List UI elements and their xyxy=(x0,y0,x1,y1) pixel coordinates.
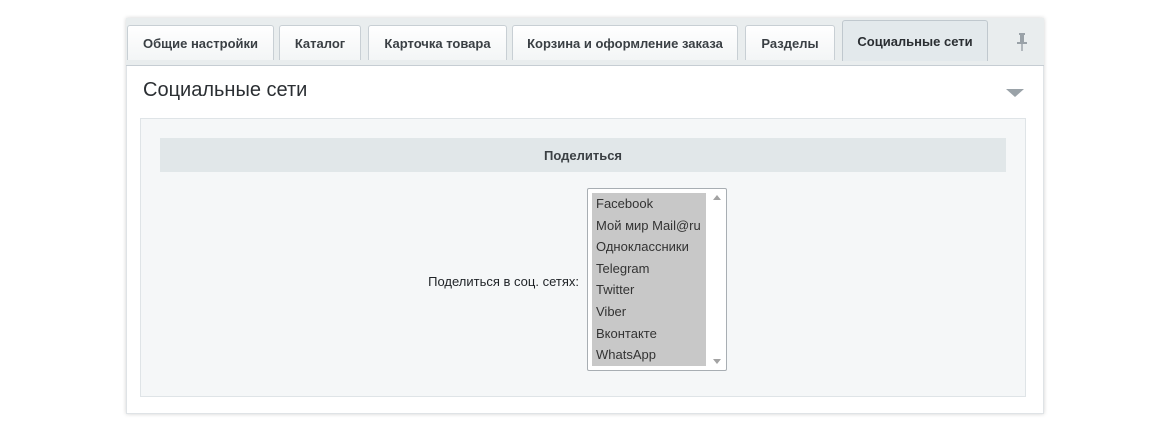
tab-bar: Общие настройки Каталог Карточка товара … xyxy=(126,18,1044,66)
option-telegram[interactable]: Telegram xyxy=(592,258,706,280)
settings-frame: Общие настройки Каталог Карточка товара … xyxy=(126,18,1044,414)
options-list: Facebook Мой мир Mail@ru Одноклассники T… xyxy=(592,193,706,366)
option-odnoklassniki[interactable]: Одноклассники xyxy=(592,236,706,258)
share-settings-area: Поделиться Поделиться в соц. сетях: Face… xyxy=(140,118,1026,397)
option-vkontakte[interactable]: Вконтакте xyxy=(592,323,706,345)
tab-social-networks[interactable]: Социальные сети xyxy=(842,20,988,61)
option-viber[interactable]: Viber xyxy=(592,301,706,323)
listbox-scrollbar[interactable] xyxy=(710,191,724,368)
option-mail-ru[interactable]: Мой мир Mail@ru xyxy=(592,215,706,237)
tab-catalog[interactable]: Каталог xyxy=(279,25,361,60)
scroll-down-icon[interactable] xyxy=(713,359,721,364)
option-facebook[interactable]: Facebook xyxy=(592,193,706,215)
tab-product-card[interactable]: Карточка товара xyxy=(368,25,507,60)
option-twitter[interactable]: Twitter xyxy=(592,279,706,301)
pin-icon[interactable] xyxy=(1008,28,1036,56)
share-field-label: Поделиться в соц. сетях: xyxy=(428,274,579,289)
tab-sections[interactable]: Разделы xyxy=(745,25,835,60)
social-networks-panel: Социальные сети Поделиться Поделиться в … xyxy=(126,66,1044,414)
tab-cart-checkout[interactable]: Корзина и оформление заказа xyxy=(512,25,738,60)
option-whatsapp[interactable]: WhatsApp xyxy=(592,344,706,366)
group-header: Поделиться xyxy=(160,138,1006,172)
triangle-down-icon[interactable] xyxy=(1005,86,1025,100)
section-title: Социальные сети xyxy=(143,79,308,101)
scroll-up-icon[interactable] xyxy=(713,195,721,200)
social-networks-multiselect[interactable]: Facebook Мой мир Mail@ru Одноклассники T… xyxy=(587,188,727,371)
tab-general-settings[interactable]: Общие настройки xyxy=(127,25,274,60)
